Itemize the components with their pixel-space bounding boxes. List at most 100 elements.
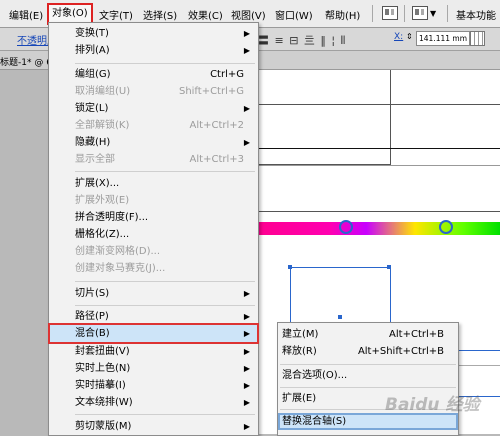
- menu-item-label: 全部解锁(K): [75, 120, 130, 131]
- menu-item-expand-appearance[interactable]: 扩展外观(E): [49, 192, 258, 209]
- menu-item-label: 编组(G): [75, 69, 111, 80]
- selection-handle[interactable]: [387, 265, 391, 269]
- menu-separator: [75, 171, 255, 172]
- menu-help[interactable]: 帮助(H): [325, 7, 360, 22]
- menu-item-group[interactable]: 编组(G) Ctrl+G: [49, 66, 258, 83]
- menu-item-label: 拼合透明度(F)...: [75, 212, 149, 223]
- menu-item-label: 实时上色(N): [75, 363, 131, 374]
- menu-item-envelope-distort[interactable]: 封套扭曲(V) ▶: [49, 343, 258, 360]
- menu-item-create-gradient-mesh[interactable]: 创建渐变网格(D)...: [49, 243, 258, 260]
- menu-window[interactable]: 窗口(W): [275, 7, 313, 22]
- menu-item-shortcut: Alt+Ctrl+2: [189, 120, 244, 131]
- menu-item-label: 扩展(X)...: [75, 178, 120, 189]
- menu-item-label: 混合(B): [75, 328, 110, 339]
- submenu-arrow-icon: ▶: [243, 46, 250, 55]
- menu-item-label: 封套扭曲(V): [75, 346, 130, 357]
- blend-anchor-point[interactable]: [339, 220, 353, 234]
- menu-item-label: 扩展(E): [282, 393, 317, 404]
- workspace-switcher[interactable]: 基本功能: [456, 7, 496, 22]
- menu-item-transform[interactable]: 变换(T) ▶: [49, 25, 258, 42]
- blend-anchor-point[interactable]: [439, 220, 453, 234]
- submenu-item-blend-options[interactable]: 混合选项(O)...: [278, 367, 458, 384]
- submenu-arrow-icon: ▶: [243, 422, 250, 431]
- submenu-arrow-icon: ▶: [243, 381, 250, 390]
- menu-item-rasterize[interactable]: 栅格化(Z)...: [49, 226, 258, 243]
- menu-item-label: 剪切蒙版(M): [75, 421, 132, 432]
- menu-item-live-trace[interactable]: 实时描摹(I) ▶: [49, 377, 258, 394]
- menu-item-clipping-mask[interactable]: 剪切蒙版(M) ▶: [49, 418, 258, 435]
- submenu-arrow-icon: ▶: [243, 364, 250, 373]
- menu-item-hide[interactable]: 隐藏(H) ▶: [49, 134, 258, 151]
- x-coordinate-label[interactable]: X:: [394, 32, 403, 42]
- document-tab[interactable]: 标题-1* @ 6: [0, 55, 52, 68]
- menu-view[interactable]: 视图(V): [231, 7, 266, 22]
- menu-separator: [75, 305, 255, 306]
- menu-item-shortcut: Shift+Ctrl+G: [178, 86, 244, 97]
- menu-item-show-all[interactable]: 显示全部 Alt+Ctrl+3: [49, 151, 258, 168]
- submenu-item-release[interactable]: 释放(R) Alt+Shift+Ctrl+B: [278, 343, 458, 360]
- menu-item-unlock-all[interactable]: 全部解锁(K) Alt+Ctrl+2: [49, 117, 258, 134]
- menu-separator: [404, 5, 405, 22]
- menu-separator: [280, 387, 456, 388]
- menu-item-label: 排列(A): [75, 45, 110, 56]
- submenu-arrow-icon: ▶: [243, 347, 250, 356]
- submenu-arrow-icon: ▶: [243, 329, 250, 338]
- menu-select[interactable]: 选择(S): [143, 7, 177, 22]
- menu-item-label: 切片(S): [75, 288, 110, 299]
- menu-separator: [372, 5, 373, 22]
- submenu-arrow-icon: ▶: [243, 104, 250, 113]
- align-icons[interactable]: 〓 ≡ ⊟ 亖 ‖ ¦ ⫴: [258, 32, 346, 48]
- menu-item-expand[interactable]: 扩展(X)...: [49, 175, 258, 192]
- menu-item-lock[interactable]: 锁定(L) ▶: [49, 100, 258, 117]
- menu-item-ungroup[interactable]: 取消编组(U) Shift+Ctrl+G: [49, 83, 258, 100]
- submenu-arrow-icon: ▶: [243, 312, 250, 321]
- chevron-down-icon[interactable]: ▼: [430, 9, 436, 18]
- menu-item-live-paint[interactable]: 实时上色(N) ▶: [49, 360, 258, 377]
- menu-separator: [75, 63, 255, 64]
- object-menu: 变换(T) ▶ 排列(A) ▶ 编组(G) Ctrl+G 取消编组(U) Shift+C…: [48, 22, 259, 436]
- menu-item-label: 混合选项(O)...: [282, 370, 348, 381]
- menu-item-text-wrap[interactable]: 文本绕排(W) ▶: [49, 394, 258, 411]
- menu-item-label: 实时描摹(I): [75, 380, 126, 391]
- menu-item-label: 隐藏(H): [75, 137, 111, 148]
- menu-item-arrange[interactable]: 排列(A) ▶: [49, 42, 258, 59]
- menu-separator: [280, 364, 456, 365]
- blend-submenu: 建立(M) Alt+Ctrl+B 释放(R) Alt+Shift+Ctrl+B 混合…: [277, 322, 459, 436]
- menu-type[interactable]: 文字(T): [99, 7, 133, 22]
- menu-item-slice[interactable]: 切片(S) ▶: [49, 285, 258, 302]
- submenu-arrow-icon: ▶: [243, 289, 250, 298]
- x-coordinate-field[interactable]: 141.111 mm: [416, 31, 470, 46]
- menu-item-shortcut: Alt+Shift+Ctrl+B: [357, 346, 444, 357]
- stepper-icon[interactable]: ⇕: [406, 32, 413, 41]
- selection-handle[interactable]: [338, 315, 342, 319]
- submenu-arrow-icon: ▶: [243, 29, 250, 38]
- reference-point-icon[interactable]: [470, 31, 485, 46]
- menu-item-flatten-transparency[interactable]: 拼合透明度(F)...: [49, 209, 258, 226]
- menu-item-label: 锁定(L): [75, 103, 109, 114]
- menu-item-blend[interactable]: 混合(B) ▶: [48, 323, 259, 344]
- menu-item-label: 取消编组(U): [75, 86, 131, 97]
- arrange-documents-icon[interactable]: [382, 6, 398, 20]
- menu-item-label: 栅格化(Z)...: [75, 229, 130, 240]
- menu-separator: [447, 5, 448, 22]
- watermark: Baidu 经验: [385, 395, 480, 415]
- submenu-item-replace-spine[interactable]: 替换混合轴(S): [278, 413, 458, 430]
- menu-item-label: 扩展外观(E): [75, 195, 130, 206]
- submenu-item-make[interactable]: 建立(M) Alt+Ctrl+B: [278, 326, 458, 343]
- menu-item-label: 替换混合轴(S): [282, 416, 347, 427]
- menu-item-label: 显示全部: [75, 154, 115, 165]
- screen-mode-icon[interactable]: [412, 6, 428, 20]
- menu-item-shortcut: Alt+Ctrl+3: [189, 154, 244, 165]
- selection-handle[interactable]: [288, 265, 292, 269]
- menu-effect[interactable]: 效果(C): [188, 7, 223, 22]
- menu-edit[interactable]: 编辑(E): [9, 7, 43, 22]
- submenu-arrow-icon: ▶: [243, 138, 250, 147]
- menu-item-label: 变换(T): [75, 28, 109, 39]
- menu-item-label: 建立(M): [282, 329, 319, 340]
- menu-item-create-object-mosaic[interactable]: 创建对象马赛克(J)...: [49, 260, 258, 277]
- menu-item-path[interactable]: 路径(P) ▶: [49, 308, 258, 325]
- menu-item-shortcut: Ctrl+G: [210, 69, 244, 80]
- blend-gradient-bar[interactable]: [257, 222, 500, 235]
- menu-item-label: 路径(P): [75, 311, 109, 322]
- menu-item-label: 文本绕排(W): [75, 397, 133, 408]
